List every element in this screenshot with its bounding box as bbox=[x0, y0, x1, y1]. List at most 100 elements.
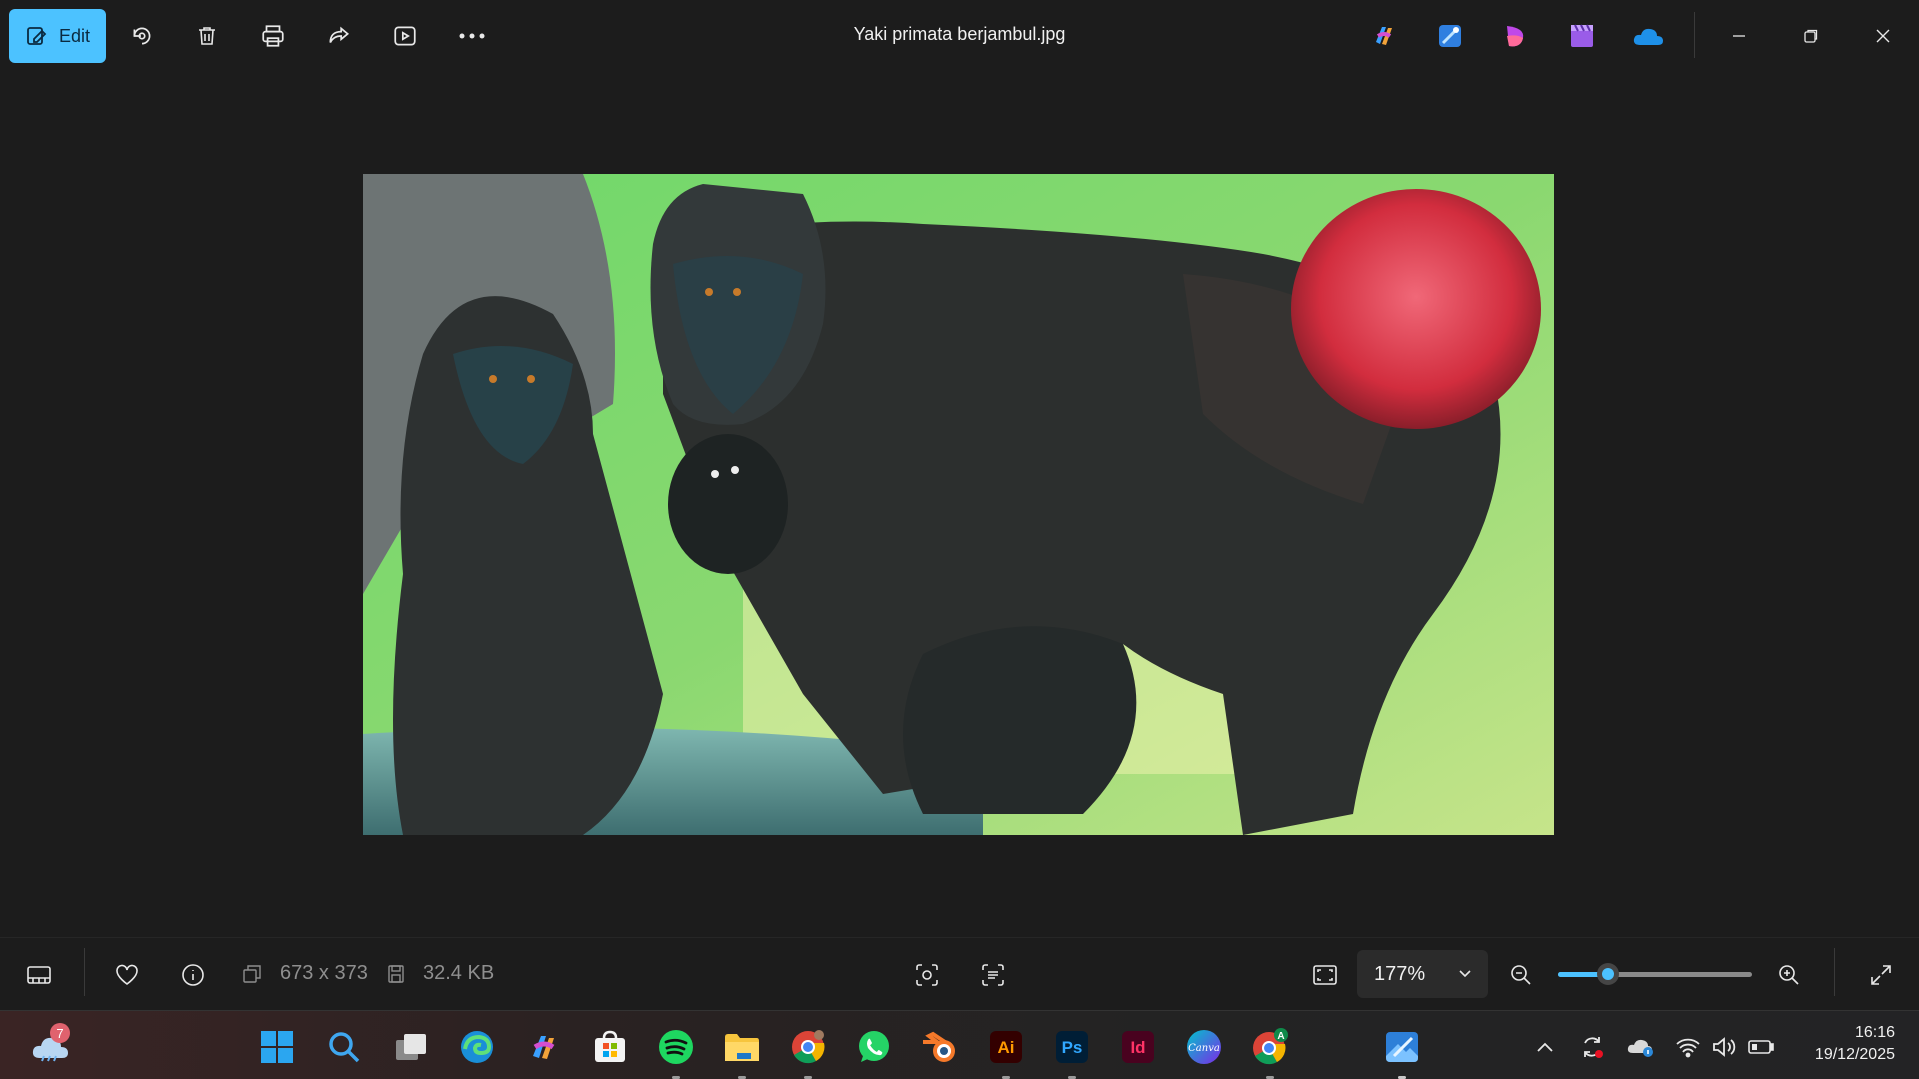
rotate-button[interactable] bbox=[116, 9, 168, 63]
edge-button[interactable] bbox=[457, 1027, 497, 1067]
text-scan-icon bbox=[982, 964, 1004, 986]
slideshow-button[interactable] bbox=[379, 9, 431, 63]
edit-image-icon bbox=[27, 27, 47, 45]
delete-button[interactable] bbox=[181, 9, 233, 63]
print-button[interactable] bbox=[247, 9, 299, 63]
chrome-profile-letter: A bbox=[1277, 1031, 1284, 1042]
whatsapp-icon bbox=[859, 1031, 889, 1062]
photos-taskbar-button[interactable] bbox=[1382, 1027, 1422, 1079]
windows-icon bbox=[261, 1031, 293, 1063]
restore-button[interactable] bbox=[1782, 8, 1840, 64]
zoom-out-button[interactable] bbox=[1498, 952, 1544, 998]
task-view-button[interactable] bbox=[391, 1027, 431, 1067]
indesign-button[interactable]: Id bbox=[1118, 1027, 1158, 1067]
photoshop-icon: Ps bbox=[1056, 1031, 1088, 1063]
zoom-slider[interactable] bbox=[1558, 963, 1752, 985]
favorite-button[interactable] bbox=[104, 952, 150, 998]
photoshop-label: Ps bbox=[1062, 1038, 1083, 1057]
show-hidden-icons-button[interactable] bbox=[1531, 1033, 1559, 1061]
minimize-button[interactable] bbox=[1710, 8, 1768, 64]
zoom-slider-thumb[interactable] bbox=[1597, 963, 1620, 985]
clipchamp-button[interactable] bbox=[1498, 18, 1534, 54]
copilot-button[interactable] bbox=[1366, 18, 1402, 54]
volume-button[interactable] bbox=[1710, 1033, 1738, 1061]
share-button[interactable] bbox=[313, 9, 365, 63]
illustrator-icon: Ai bbox=[990, 1031, 1022, 1063]
zoom-in-button[interactable] bbox=[1766, 952, 1812, 998]
illustrator-label: Ai bbox=[998, 1038, 1015, 1057]
wifi-icon bbox=[1676, 1038, 1700, 1058]
photo-canvas[interactable] bbox=[363, 174, 1554, 835]
bottombar-separator-right bbox=[1834, 948, 1835, 996]
resolution-icon bbox=[243, 965, 261, 983]
wifi-button[interactable] bbox=[1674, 1033, 1702, 1061]
file-size: 32.4 KB bbox=[423, 962, 495, 984]
clock-date: 19/12/2025 bbox=[1814, 1046, 1895, 1063]
whatsapp-button[interactable] bbox=[854, 1027, 894, 1067]
spotify-button[interactable] bbox=[656, 1027, 696, 1079]
bottombar-separator-left bbox=[84, 948, 85, 996]
fullscreen-button[interactable] bbox=[1858, 952, 1904, 998]
chrome-profile-button[interactable]: A bbox=[1250, 1027, 1290, 1079]
more-options-button[interactable] bbox=[446, 9, 498, 63]
title-bar: Edit Yaki primata berjambul.jpg bbox=[0, 0, 1919, 72]
onedrive-button[interactable] bbox=[1630, 18, 1666, 54]
indesign-label: Id bbox=[1130, 1038, 1145, 1057]
onedrive-tray-button[interactable] bbox=[1626, 1033, 1654, 1061]
canva-button[interactable]: Canva bbox=[1184, 1027, 1224, 1067]
titlebar-separator bbox=[1694, 12, 1695, 58]
battery-icon bbox=[1748, 1040, 1774, 1054]
chrome-icon bbox=[792, 1030, 825, 1064]
slideshow-icon bbox=[394, 26, 416, 46]
taskbar: 7 Ai Ps Id Canva A 16:16 19/12/2025 bbox=[0, 1010, 1919, 1079]
chevron-up-icon bbox=[1537, 1042, 1553, 1052]
zoom-in-icon bbox=[1779, 965, 1799, 985]
edge-icon bbox=[461, 1031, 493, 1063]
canva-icon: Canva bbox=[1187, 1030, 1221, 1064]
edit-button[interactable]: Edit bbox=[9, 9, 106, 63]
close-button[interactable] bbox=[1854, 8, 1912, 64]
close-icon bbox=[1876, 29, 1890, 43]
battery-button[interactable] bbox=[1747, 1033, 1775, 1061]
minimize-icon bbox=[1733, 35, 1745, 37]
copilot-icon bbox=[533, 1036, 555, 1059]
text-scan-button[interactable] bbox=[970, 952, 1016, 998]
task-view-icon bbox=[396, 1034, 426, 1060]
weather-badge: 7 bbox=[50, 1023, 70, 1043]
delete-icon bbox=[199, 27, 215, 45]
zoom-dropdown[interactable]: 177% bbox=[1357, 950, 1488, 998]
chrome-profile-icon: A bbox=[1253, 1028, 1288, 1065]
info-icon bbox=[182, 964, 204, 986]
designer-button[interactable] bbox=[1432, 18, 1468, 54]
onedrive-icon bbox=[1633, 28, 1663, 45]
file-explorer-button[interactable] bbox=[722, 1027, 762, 1079]
file-size-icon bbox=[388, 965, 404, 983]
video-editor-button[interactable] bbox=[1564, 18, 1600, 54]
search-button[interactable] bbox=[324, 1027, 364, 1067]
more-icon bbox=[459, 33, 485, 39]
filmstrip-button[interactable] bbox=[16, 952, 62, 998]
share-icon bbox=[329, 26, 350, 43]
fit-to-window-button[interactable] bbox=[1302, 952, 1348, 998]
info-button[interactable] bbox=[170, 952, 216, 998]
clock[interactable]: 16:16 19/12/2025 bbox=[1815, 1022, 1895, 1066]
bottom-toolbar: 673 x 373 32.4 KB 177% bbox=[0, 937, 1919, 1010]
chrome-button[interactable] bbox=[788, 1027, 828, 1079]
illustrator-button[interactable]: Ai bbox=[986, 1027, 1026, 1079]
expand-icon bbox=[1871, 965, 1891, 985]
blender-button[interactable] bbox=[920, 1027, 960, 1067]
indesign-icon: Id bbox=[1122, 1031, 1154, 1063]
start-button[interactable] bbox=[257, 1027, 297, 1067]
restore-icon bbox=[1804, 29, 1818, 43]
volume-icon bbox=[1713, 1037, 1736, 1057]
visual-search-button[interactable] bbox=[904, 952, 950, 998]
store-button[interactable] bbox=[590, 1027, 630, 1067]
weather-widget[interactable]: 7 bbox=[28, 1023, 72, 1067]
sync-status-button[interactable] bbox=[1578, 1033, 1606, 1061]
video-editor-icon bbox=[1571, 24, 1593, 47]
designer-icon bbox=[1439, 25, 1461, 47]
macaque-photo bbox=[363, 174, 1554, 835]
copilot-taskbar-button[interactable] bbox=[524, 1027, 564, 1067]
zoom-out-icon bbox=[1511, 965, 1531, 985]
photoshop-button[interactable]: Ps bbox=[1052, 1027, 1092, 1079]
